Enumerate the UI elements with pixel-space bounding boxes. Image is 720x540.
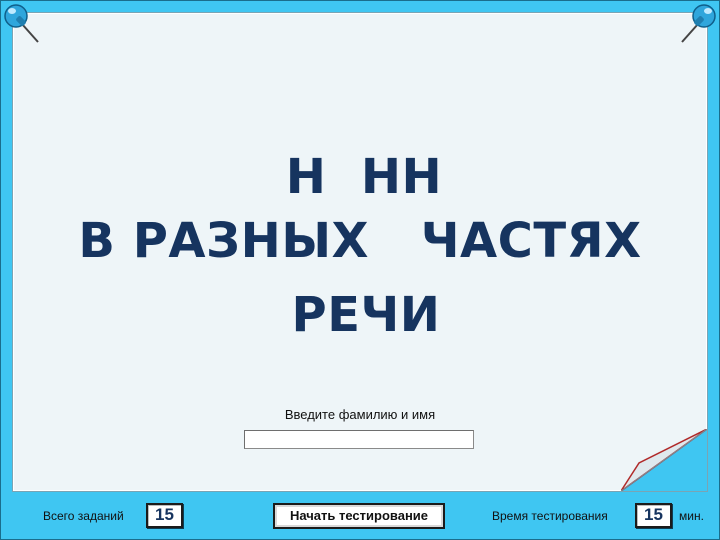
title-line-2: В РАЗНЫХ ЧАСТЯХ — [78, 213, 642, 269]
total-tasks-value: 15 — [146, 503, 183, 528]
name-prompt-label: Введите фамилию и имя — [284, 407, 436, 422]
title-line-3: РЕЧИ — [291, 287, 441, 343]
title-line-1: Н НН — [285, 149, 443, 205]
name-input[interactable] — [244, 430, 474, 449]
pushpin-icon — [4, 4, 39, 43]
total-tasks-label: Всего заданий — [43, 509, 124, 523]
time-unit-label: мин. — [679, 509, 704, 523]
start-test-button[interactable]: Начать тестирование — [273, 503, 445, 529]
pushpin-icon — [681, 4, 716, 43]
page-curl — [621, 429, 707, 491]
test-time-value: 15 — [635, 503, 672, 528]
test-time-label: Время тестирования — [492, 509, 608, 523]
